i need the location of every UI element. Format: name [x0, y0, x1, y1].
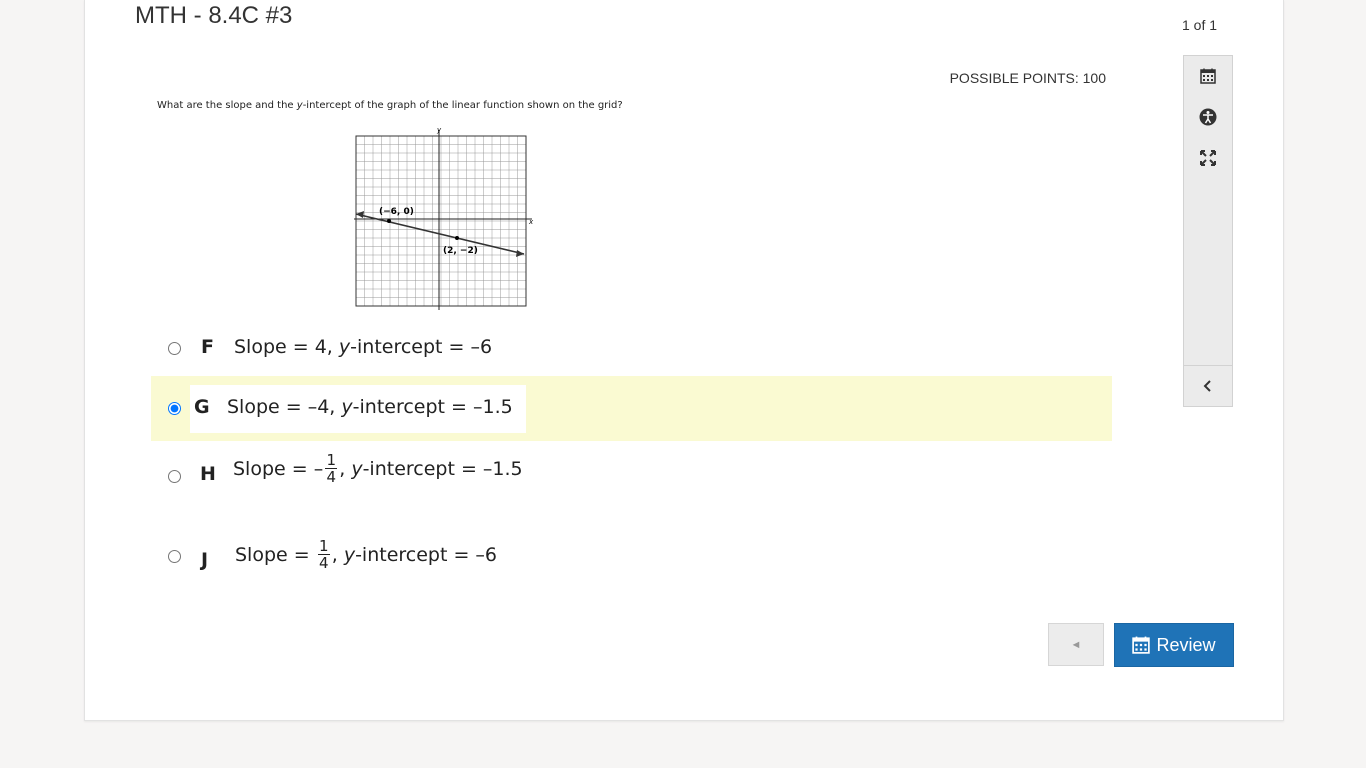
possible-points: POSSIBLE POINTS: 100: [949, 70, 1106, 86]
graph-point-2: [455, 236, 459, 240]
question-stem: What are the slope and the y-intercept o…: [157, 100, 623, 111]
option-g-text: Slope = –4, y -intercept = –1.5: [227, 396, 513, 418]
calendar-icon: [1132, 636, 1151, 654]
fullscreen-tool-button[interactable]: [1184, 138, 1232, 178]
option-j-radio[interactable]: [168, 550, 181, 563]
option-g[interactable]: G Slope = –4, y -intercept = –1.5: [151, 395, 1111, 425]
option-g-letter: G: [194, 396, 210, 418]
point-1-label: (−6, 0): [379, 207, 414, 217]
graph-line: [355, 213, 525, 255]
option-h-fraction: 14: [325, 451, 338, 486]
page-title: MTH - 8.4C #3: [135, 2, 293, 29]
option-j-letter: J: [201, 549, 209, 571]
tool-panel: [1183, 55, 1233, 407]
option-f-text: Slope = 4, y -intercept = –6: [234, 336, 493, 358]
accessibility-icon: [1199, 108, 1217, 126]
option-h-letter: H: [200, 463, 216, 485]
review-label: Review: [1156, 634, 1216, 655]
option-f-letter: F: [201, 336, 214, 358]
graph-y-label: y: [436, 126, 442, 134]
option-g-radio[interactable]: [168, 402, 181, 415]
review-button[interactable]: Review: [1114, 623, 1234, 667]
graph-point-1: [387, 219, 391, 223]
option-f[interactable]: F Slope = 4, y -intercept = –6: [151, 335, 1111, 365]
chevron-left-icon: [1203, 380, 1211, 392]
question-pager: 1 of 1: [1182, 17, 1218, 33]
fullscreen-icon: [1200, 150, 1216, 166]
calendar-icon: [1200, 68, 1216, 84]
accessibility-tool-button[interactable]: [1184, 97, 1232, 137]
calendar-tool-button[interactable]: [1184, 56, 1232, 96]
option-j-fraction: 14: [317, 537, 330, 572]
option-f-radio[interactable]: [168, 342, 181, 355]
option-j[interactable]: J Slope = 14, y -intercept = –6: [151, 538, 1111, 584]
graph-x-label: x: [528, 218, 534, 226]
previous-button[interactable]: ◄: [1048, 623, 1104, 666]
option-h[interactable]: H Slope = –1 4, y -intercept = –1.5: [151, 452, 1111, 498]
question-card: MTH - 8.4C #3 1 of 1 POSSIBLE POINTS: 10…: [84, 0, 1284, 721]
option-h-radio[interactable]: [168, 470, 181, 483]
option-j-text: Slope = 14, y -intercept = –6: [235, 537, 498, 572]
point-2-label: (2, −2): [443, 246, 478, 256]
collapse-panel-button[interactable]: [1184, 366, 1232, 406]
coordinate-graph: y x (−6, 0) (2, −2): [354, 126, 534, 310]
option-h-text: Slope = –1 4, y -intercept = –1.5: [233, 451, 523, 486]
